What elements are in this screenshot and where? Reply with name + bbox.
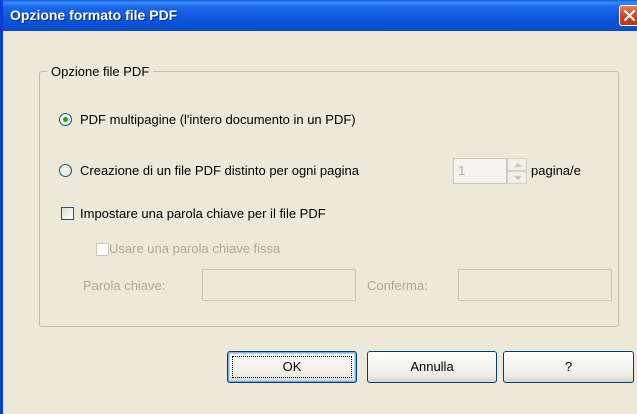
fixed-password-checkbox bbox=[96, 243, 109, 256]
password-input bbox=[202, 269, 356, 301]
per-page-label[interactable]: Creazione di un file PDF distinto per og… bbox=[80, 163, 359, 178]
pages-spinner: 1 bbox=[453, 158, 529, 184]
radio-selected-dot bbox=[63, 117, 68, 122]
spinner-down-button bbox=[507, 171, 527, 184]
cancel-button-label: Annulla bbox=[410, 359, 454, 374]
window-title: Opzione formato file PDF bbox=[10, 7, 178, 23]
multipage-label[interactable]: PDF multipagine (l'intero documento in u… bbox=[80, 112, 356, 127]
ok-button[interactable]: OK bbox=[227, 351, 357, 383]
confirm-field-label: Conferma: bbox=[367, 278, 428, 293]
per-page-radio[interactable] bbox=[59, 164, 72, 177]
multipage-radio[interactable] bbox=[59, 113, 72, 126]
pages-suffix-label: pagina/e bbox=[531, 163, 581, 178]
pages-input: 1 bbox=[453, 158, 507, 184]
dialog-window: Opzione formato file PDF Opzione file PD… bbox=[0, 0, 637, 414]
help-button-label: ? bbox=[564, 359, 573, 374]
close-icon bbox=[624, 10, 635, 21]
help-button[interactable]: ? bbox=[503, 351, 634, 383]
chevron-up-icon bbox=[514, 163, 522, 167]
cancel-button[interactable]: Annulla bbox=[367, 351, 497, 383]
set-password-checkbox[interactable] bbox=[61, 207, 74, 220]
focus-rectangle bbox=[232, 356, 352, 378]
title-bar[interactable]: Opzione formato file PDF bbox=[3, 0, 637, 31]
set-password-label[interactable]: Impostare una parola chiave per il file … bbox=[80, 206, 326, 221]
chevron-down-icon bbox=[514, 176, 522, 180]
confirm-input bbox=[458, 269, 612, 301]
password-field-label: Parola chiave: bbox=[83, 278, 166, 293]
close-button[interactable] bbox=[619, 5, 637, 26]
group-legend: Opzione file PDF bbox=[47, 64, 154, 79]
fixed-password-label: Usare una parola chiave fissa bbox=[109, 241, 281, 256]
spinner-up-button bbox=[507, 158, 527, 171]
